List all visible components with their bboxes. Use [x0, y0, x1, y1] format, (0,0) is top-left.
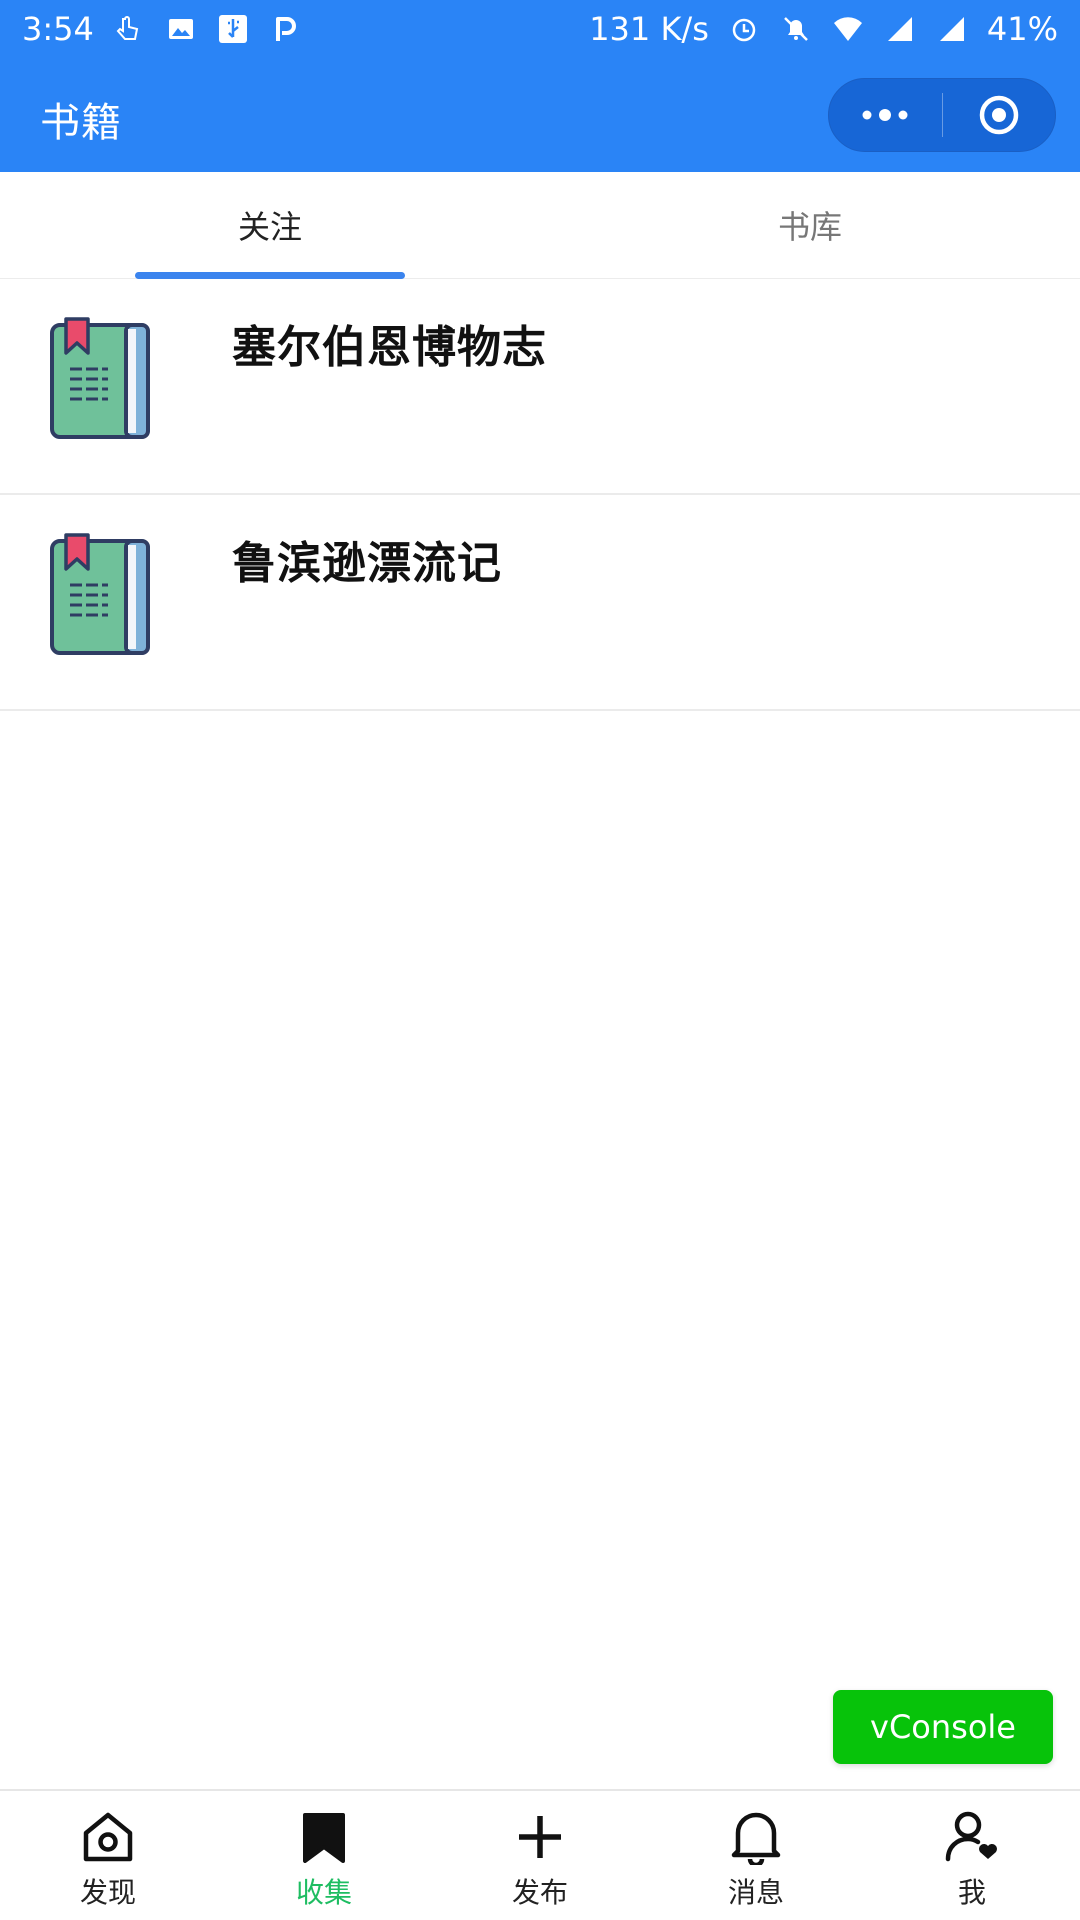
- book-title: 鲁滨逊漂流记: [232, 538, 502, 589]
- book-icon: [50, 317, 150, 439]
- list-item[interactable]: 塞尔伯恩博物志: [0, 279, 1080, 495]
- tab-following[interactable]: 关注: [0, 172, 540, 279]
- battery-percent: 41%: [986, 10, 1058, 48]
- home-icon: [83, 1812, 133, 1862]
- bookmark-icon: [303, 1813, 345, 1863]
- vconsole-button[interactable]: vConsole: [833, 1690, 1053, 1764]
- nav-item-me[interactable]: 我: [864, 1791, 1080, 1920]
- p-icon: [268, 12, 302, 46]
- page-title: 书籍: [40, 100, 122, 146]
- list-item[interactable]: 鲁滨逊漂流记: [0, 495, 1080, 711]
- user-heart-icon: [945, 1811, 997, 1862]
- nav-label: 发布: [511, 1876, 568, 1909]
- book-title: 塞尔伯恩博物志: [232, 322, 547, 373]
- usb-icon: [216, 12, 250, 46]
- tab-library[interactable]: 书库: [540, 172, 1080, 278]
- tab-label: 书库: [777, 208, 842, 246]
- title-bar: 书籍: [0, 58, 1080, 172]
- touch-icon: [112, 12, 146, 46]
- image-icon: [164, 12, 198, 46]
- mute-icon: [779, 12, 813, 46]
- status-bar: 3:54 131 K/s 41%: [0, 0, 1080, 58]
- nav-item-publish[interactable]: 发布: [432, 1791, 648, 1920]
- nav-label: 发现: [79, 1876, 136, 1909]
- more-dots-icon: [862, 109, 908, 121]
- book-list: 塞尔伯恩博物志 鲁滨逊漂流记: [0, 279, 1080, 711]
- status-time: 3:54: [22, 10, 94, 48]
- bottom-nav: 发现 收集 发布 消息 我: [0, 1789, 1080, 1920]
- target-circle-icon: [979, 95, 1018, 135]
- network-speed: 131 K/s: [589, 10, 709, 48]
- more-button[interactable]: [829, 79, 942, 151]
- nav-label: 收集: [295, 1876, 352, 1909]
- plus-icon: [519, 1816, 561, 1858]
- tab-bar: 关注 书库: [0, 172, 1080, 279]
- status-bar-left: 3:54: [22, 10, 302, 48]
- nav-label: 我: [957, 1876, 986, 1909]
- nav-item-messages[interactable]: 消息: [648, 1791, 864, 1920]
- tab-active-indicator: [135, 272, 405, 279]
- nav-label: 消息: [727, 1876, 784, 1909]
- signal-icon: [935, 12, 969, 46]
- wifi-icon: [831, 12, 865, 46]
- alarm-icon: [727, 12, 761, 46]
- bell-icon: [731, 1812, 781, 1865]
- signal-icon: [883, 12, 917, 46]
- nav-item-discover[interactable]: 发现: [0, 1791, 216, 1920]
- close-button[interactable]: [943, 79, 1056, 151]
- screen: 3:54 131 K/s 41% 书籍 关注 书库 塞尔伯恩博物志 鲁滨逊漂流记…: [0, 0, 1080, 1920]
- nav-item-collect[interactable]: 收集: [216, 1791, 432, 1920]
- book-icon: [50, 533, 150, 655]
- tab-label: 关注: [237, 208, 302, 246]
- mini-program-capsule: [828, 78, 1056, 152]
- status-bar-right: 131 K/s 41%: [589, 10, 1058, 48]
